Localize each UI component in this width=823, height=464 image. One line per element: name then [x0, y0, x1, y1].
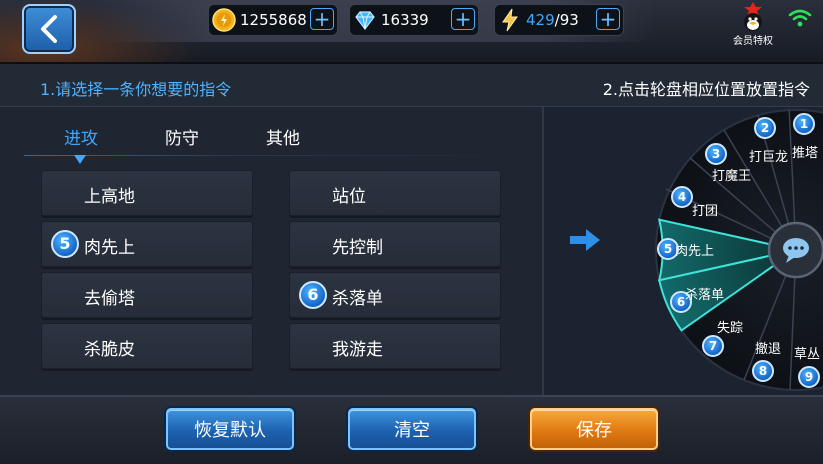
back-button[interactable] [22, 4, 76, 54]
lightning-icon [502, 8, 518, 32]
tab-underline [24, 155, 524, 156]
wheel-slot-9-number: 9 [798, 366, 820, 388]
command-card[interactable]: 我游走 [289, 323, 501, 369]
back-arrow-icon [41, 15, 57, 43]
step2-text: 2.点击轮盘相应位置放置指令 [602, 80, 810, 99]
wheel-slot-5-label[interactable]: 肉先上 [675, 240, 714, 259]
top-bar: 1255868 + 16339 + 429/93 + 会员特权 [0, 0, 823, 64]
command-wheel-panel: 1 推塔 2 打巨龙 3 打魔王 4 打团 5 肉先上 6 杀落单 7 失踪 8… [544, 107, 823, 395]
slot-number-badge: 6 [299, 281, 327, 309]
gold-coin-icon [212, 8, 236, 32]
add-energy-button[interactable]: + [596, 8, 620, 30]
add-diamond-button[interactable]: + [451, 8, 475, 30]
command-label: 杀落单 [332, 289, 383, 309]
wheel-slot-7-number: 7 [702, 335, 724, 357]
add-gold-button[interactable]: + [310, 8, 334, 30]
clear-button[interactable]: 清空 [348, 408, 476, 450]
diamond-counter: 16339 + [349, 4, 479, 36]
step1-text: 1.请选择一条你想要的指令 [40, 80, 232, 99]
command-card[interactable]: 先控制 [289, 221, 501, 267]
command-card[interactable]: 杀脆皮 [41, 323, 253, 369]
slot-number-badge: 5 [51, 230, 79, 258]
wheel-slot-2-number: 2 [754, 117, 776, 139]
command-card[interactable]: 5 肉先上 [41, 221, 253, 267]
command-card[interactable]: 站位 [289, 170, 501, 216]
wheel-slot-1-label[interactable]: 推塔 [792, 142, 818, 161]
command-list-panel: 进攻 防守 其他 上高地 站位 5 肉先上 先控制 去偷塔 6 杀落单 杀脆皮 … [0, 107, 543, 395]
wifi-icon [788, 9, 812, 27]
wheel-slot-4-label[interactable]: 打团 [692, 200, 718, 219]
command-label: 去偷塔 [84, 289, 135, 309]
command-label: 先控制 [332, 238, 383, 258]
diamond-value: 16339 [381, 11, 429, 29]
tab-attack[interactable]: 进攻 [64, 124, 98, 149]
wheel-slot-8-label[interactable]: 撤退 [755, 338, 781, 357]
command-card[interactable]: 6 杀落单 [289, 272, 501, 318]
vip-privilege-button[interactable]: 会员特权 [728, 2, 778, 47]
command-label: 肉先上 [84, 238, 135, 258]
energy-current: 429 [526, 11, 555, 29]
active-tab-indicator [74, 155, 86, 164]
command-label: 站位 [332, 187, 366, 207]
wheel-slot-9-label[interactable]: 草丛 [794, 343, 820, 362]
reset-default-button[interactable]: 恢复默认 [166, 408, 294, 450]
wheel-slot-3-number: 3 [705, 143, 727, 165]
tab-defense[interactable]: 防守 [165, 124, 199, 149]
energy-counter: 429/93 + [494, 4, 624, 36]
gold-counter: 1255868 + [208, 4, 338, 36]
category-tabs: 进攻 防守 其他 [24, 119, 544, 164]
wheel-slot-7-label[interactable]: 失踪 [717, 317, 743, 336]
action-bar: 恢复默认 清空 保存 [0, 395, 823, 464]
diamond-icon [355, 11, 375, 30]
command-label: 我游走 [332, 340, 383, 360]
command-label: 上高地 [84, 187, 135, 207]
vip-label: 会员特权 [733, 36, 773, 47]
tab-other[interactable]: 其他 [266, 124, 300, 149]
wheel-slot-1-number: 1 [793, 113, 815, 135]
command-card[interactable]: 上高地 [41, 170, 253, 216]
gold-value: 1255868 [240, 11, 307, 29]
instruction-header: 1.请选择一条你想要的指令 2.点击轮盘相应位置放置指令 [0, 64, 823, 107]
save-button[interactable]: 保存 [530, 408, 658, 450]
command-label: 杀脆皮 [84, 340, 135, 360]
vip-mascot-icon [744, 2, 762, 31]
wheel-slot-8-number: 8 [752, 360, 774, 382]
wheel-slot-3-label[interactable]: 打魔王 [712, 165, 751, 184]
wheel-slot-4-number: 4 [671, 186, 693, 208]
energy-value: 429/93 [526, 11, 579, 29]
command-card[interactable]: 去偷塔 [41, 272, 253, 318]
wheel-slot-6-label[interactable]: 杀落单 [685, 284, 724, 303]
energy-max: /93 [554, 11, 579, 29]
wheel-slot-2-label[interactable]: 打巨龙 [749, 146, 788, 165]
